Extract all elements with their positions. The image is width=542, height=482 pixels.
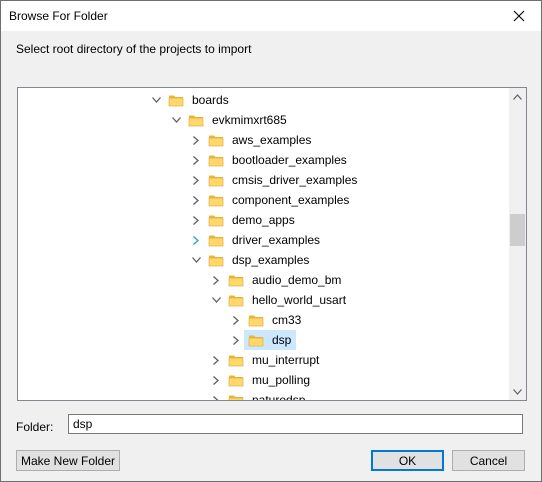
tree-item[interactable]: aws_examples	[188, 130, 316, 150]
tree-item-label: cm33	[272, 313, 302, 327]
tree-item-label: cmsis_driver_examples	[232, 173, 358, 187]
tree-item-content: cmsis_driver_examples	[204, 170, 362, 190]
folder-icon	[228, 370, 244, 390]
tree-item-content: bootloader_examples	[204, 150, 352, 170]
window-title: Browse For Folder	[9, 9, 108, 23]
chevron-right-icon[interactable]	[188, 230, 204, 250]
chevron-right-icon[interactable]	[208, 270, 224, 290]
scroll-down-button[interactable]	[509, 383, 526, 400]
tree-item[interactable]: evkmimxrt685	[168, 110, 292, 130]
folder-icon	[228, 350, 244, 370]
tree-item[interactable]: bootloader_examples	[188, 150, 352, 170]
folder-icon	[208, 130, 224, 150]
chevron-right-icon[interactable]	[208, 350, 224, 370]
tree-item-content: dsp	[244, 330, 297, 350]
tree-item-label: dsp_examples	[232, 253, 310, 267]
tree-item-content: mu_polling	[224, 370, 315, 390]
tree-item[interactable]: demo_apps	[188, 210, 300, 230]
tree-item[interactable]: dsp_examples	[188, 250, 314, 270]
tree-item[interactable]: audio_demo_bm	[208, 270, 346, 290]
tree-item-label: aws_examples	[232, 133, 312, 147]
chevron-right-icon[interactable]	[188, 190, 204, 210]
make-new-folder-button[interactable]: Make New Folder	[16, 450, 120, 471]
chevron-right-icon[interactable]	[188, 170, 204, 190]
cancel-button[interactable]: Cancel	[452, 450, 525, 471]
folder-icon	[248, 330, 264, 350]
folder-icon	[208, 190, 224, 210]
tree-item-content: aws_examples	[204, 130, 316, 150]
tree-item[interactable]: component_examples	[188, 190, 354, 210]
tree-item[interactable]: cm33	[228, 310, 306, 330]
chevron-down-icon	[513, 388, 522, 395]
tree-item-content: hello_world_usart	[224, 290, 351, 310]
tree-item-content: mu_interrupt	[224, 350, 324, 370]
tree-item-content: driver_examples	[204, 230, 325, 250]
tree-item-label: boards	[192, 93, 229, 107]
tree-item-content: boards	[164, 90, 234, 110]
chevron-right-icon[interactable]	[208, 390, 224, 400]
tree-item-content: dsp_examples	[204, 250, 314, 270]
folder-icon	[188, 110, 204, 130]
folder-icon	[168, 90, 184, 110]
ok-button[interactable]: OK	[371, 450, 444, 471]
tree-item-content: naturedsp	[224, 390, 310, 400]
scrollbar-thumb[interactable]	[510, 214, 525, 246]
chevron-right-icon[interactable]	[188, 130, 204, 150]
folder-icon	[208, 250, 224, 270]
tree-item-label: demo_apps	[232, 213, 295, 227]
chevron-right-icon[interactable]	[188, 150, 204, 170]
tree-item-label: component_examples	[232, 193, 350, 207]
chevron-down-icon[interactable]	[208, 290, 224, 310]
folder-icon	[208, 150, 224, 170]
folder-icon	[228, 270, 244, 290]
tree-item[interactable]: hello_world_usart	[208, 290, 351, 310]
folder-tree[interactable]: boards evkmimxrt685 aws_examples bootloader…	[17, 87, 527, 401]
folder-tree-list: boards evkmimxrt685 aws_examples bootloader…	[18, 88, 509, 400]
title-bar: Browse For Folder	[1, 1, 541, 31]
prompt-text: Select root directory of the projects to…	[16, 42, 252, 56]
chevron-right-icon[interactable]	[228, 310, 244, 330]
folder-icon	[208, 170, 224, 190]
folder-icon	[208, 230, 224, 250]
folder-icon	[208, 210, 224, 230]
close-icon	[513, 10, 525, 22]
folder-icon	[228, 290, 244, 310]
tree-item[interactable]: mu_polling	[208, 370, 315, 390]
close-button[interactable]	[497, 1, 541, 31]
folder-icon	[228, 390, 244, 400]
tree-item-label: mu_polling	[252, 373, 311, 387]
folder-icon	[248, 310, 264, 330]
tree-item-label: mu_interrupt	[252, 353, 320, 367]
chevron-right-icon[interactable]	[228, 330, 244, 350]
tree-item[interactable]: boards	[148, 90, 234, 110]
tree-item[interactable]: cmsis_driver_examples	[188, 170, 362, 190]
chevron-down-icon[interactable]	[148, 90, 164, 110]
folder-field-label: Folder:	[16, 420, 54, 434]
chevron-right-icon[interactable]	[188, 210, 204, 230]
tree-item-label: driver_examples	[232, 233, 321, 247]
browse-folder-dialog: Browse For Folder Select root directory …	[0, 0, 542, 482]
tree-item-content: evkmimxrt685	[184, 110, 292, 130]
tree-item-label: hello_world_usart	[252, 293, 347, 307]
tree-item-label: evkmimxrt685	[212, 113, 287, 127]
vertical-scrollbar[interactable]	[509, 88, 526, 400]
tree-item[interactable]: driver_examples	[188, 230, 325, 250]
chevron-down-icon[interactable]	[188, 250, 204, 270]
chevron-down-icon[interactable]	[168, 110, 184, 130]
tree-item[interactable]: naturedsp	[208, 390, 310, 400]
tree-item-label: bootloader_examples	[232, 153, 347, 167]
tree-item[interactable]: dsp	[228, 330, 297, 350]
chevron-up-icon	[513, 93, 522, 100]
tree-item-content: cm33	[244, 310, 306, 330]
tree-item-content: component_examples	[204, 190, 354, 210]
tree-item[interactable]: mu_interrupt	[208, 350, 324, 370]
tree-item-content: demo_apps	[204, 210, 300, 230]
tree-item-content: audio_demo_bm	[224, 270, 346, 290]
scroll-up-button[interactable]	[509, 88, 526, 105]
folder-input[interactable]	[68, 414, 523, 434]
tree-item-label: naturedsp	[252, 393, 306, 400]
tree-item-label: audio_demo_bm	[252, 273, 342, 287]
tree-item-label: dsp	[272, 333, 292, 347]
chevron-right-icon[interactable]	[208, 370, 224, 390]
